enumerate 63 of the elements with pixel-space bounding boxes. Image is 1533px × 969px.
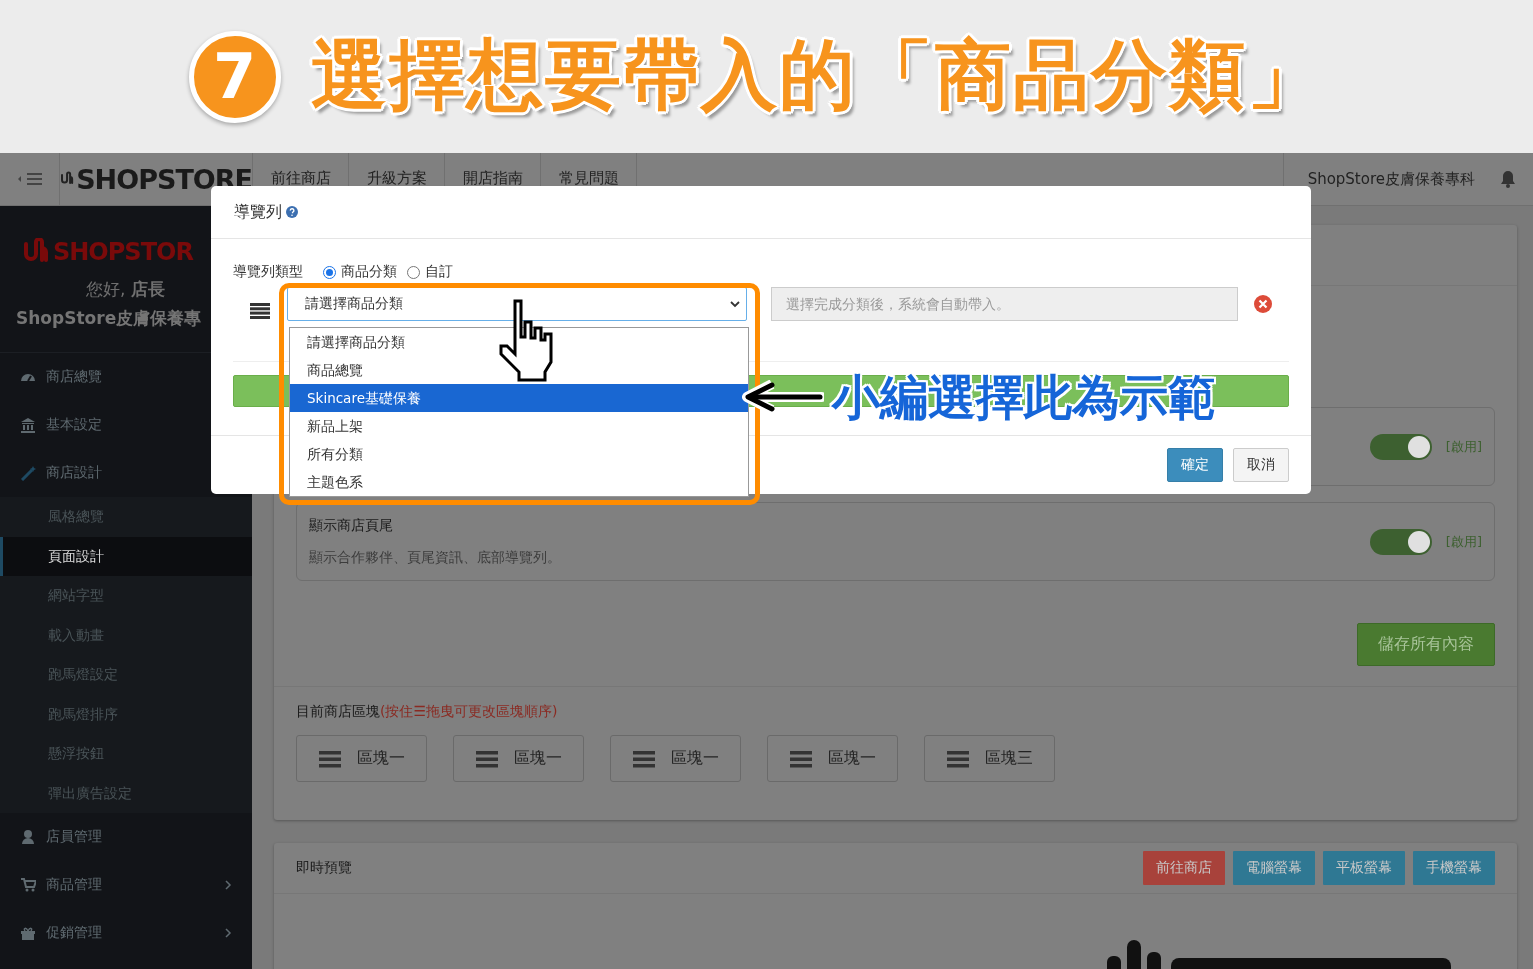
greeting-text: 您好, 店長 <box>86 278 165 301</box>
sidebar-item[interactable]: 商品管理 <box>0 861 252 909</box>
drag-handle-icon[interactable] <box>318 749 341 768</box>
card-title: 顯示商店頁尾 <box>309 516 394 535</box>
drag-handle-icon[interactable] <box>632 749 655 768</box>
preview-button[interactable]: 平板螢幕 <box>1323 851 1405 885</box>
banner-title: 選擇想要帶入的「商品分類」 <box>310 29 1325 121</box>
section-hint: (按住☰拖曳可更改區塊順序) <box>380 703 558 719</box>
drag-handle-icon[interactable] <box>250 303 270 319</box>
dialog-button[interactable]: 確定 <box>1167 448 1223 482</box>
user-icon <box>20 829 36 845</box>
drag-handle-icon[interactable] <box>475 749 498 768</box>
drag-handle-icon[interactable] <box>789 749 812 768</box>
caret-icon <box>730 300 740 308</box>
cart-icon <box>20 877 36 893</box>
store-name[interactable]: ShopStore皮膚保養專科 <box>1307 169 1475 189</box>
bell-icon[interactable] <box>1499 170 1517 188</box>
sidebar-item[interactable]: 基本設定 <box>0 401 252 449</box>
block-chip[interactable]: 區塊一 <box>610 735 741 782</box>
preview-button[interactable]: 前往商店 <box>1143 851 1225 885</box>
step-number: 7 <box>188 30 281 123</box>
remove-icon[interactable] <box>1254 295 1272 313</box>
toggle-switch[interactable] <box>1369 528 1432 555</box>
preview-button[interactable]: 手機螢幕 <box>1413 851 1495 885</box>
toggle-switch[interactable] <box>1369 433 1432 460</box>
toggle-label: [啟用] <box>1445 437 1482 456</box>
block-chip[interactable]: 區塊一 <box>767 735 898 782</box>
block-chip[interactable]: 區塊一 <box>453 735 584 782</box>
sidebar-subitem[interactable]: 網站字型 <box>0 576 252 616</box>
dropdown-option[interactable]: 主題色系 <box>290 468 748 496</box>
sidebar-item[interactable]: 商店總覽 <box>0 353 252 401</box>
logo-text: SHOPSTOR <box>53 238 193 266</box>
sidebar-item[interactable]: 促銷管理 <box>0 909 252 957</box>
dropdown-option[interactable]: 請選擇商品分類 <box>290 328 748 356</box>
radio-option[interactable]: 商品分類 <box>323 263 397 281</box>
block-chip[interactable]: 區塊三 <box>924 735 1055 782</box>
dropdown-option[interactable]: Skincare基礎保養 <box>290 384 748 412</box>
toggle-label: [啟用] <box>1445 532 1482 551</box>
menu-icon[interactable] <box>16 172 43 186</box>
help-icon[interactable] <box>286 206 298 218</box>
chevron-icon <box>224 927 232 939</box>
radio-option[interactable]: 自訂 <box>407 263 453 281</box>
sidebar-item[interactable]: 店員管理 <box>0 813 252 861</box>
auto-fill-field[interactable]: 選擇完成分類後，系統會自動帶入。 <box>771 287 1238 321</box>
wand-icon <box>20 465 36 481</box>
section-label: 目前商店區塊 <box>296 703 380 719</box>
block-chip[interactable]: 區塊一 <box>296 735 427 782</box>
sidebar-subitem[interactable]: 頁面設計 <box>0 536 252 576</box>
dropdown-option[interactable]: 新品上架 <box>290 412 748 440</box>
gift-icon <box>20 925 36 941</box>
dropdown-option[interactable]: 商品總覽 <box>290 356 748 384</box>
card-description: 顯示合作夥伴、頁尾資訊、底部導覽列。 <box>309 548 561 567</box>
dropdown-option[interactable]: 所有分類 <box>290 440 748 468</box>
field-label: 導覽列類型 <box>233 263 303 281</box>
dialog-button[interactable]: 取消 <box>1233 448 1289 482</box>
logo-text: SHOPSTORE <box>76 163 252 195</box>
save-button[interactable]: 儲存所有內容 <box>1357 623 1495 666</box>
chevron-icon <box>224 879 232 891</box>
drag-handle-icon[interactable] <box>946 749 969 768</box>
bank-icon <box>20 417 36 433</box>
sidebar-item[interactable]: 商店設計 <box>0 449 252 497</box>
panel-title: 即時預覽 <box>296 859 352 877</box>
preview-button[interactable]: 電腦螢幕 <box>1233 851 1315 885</box>
